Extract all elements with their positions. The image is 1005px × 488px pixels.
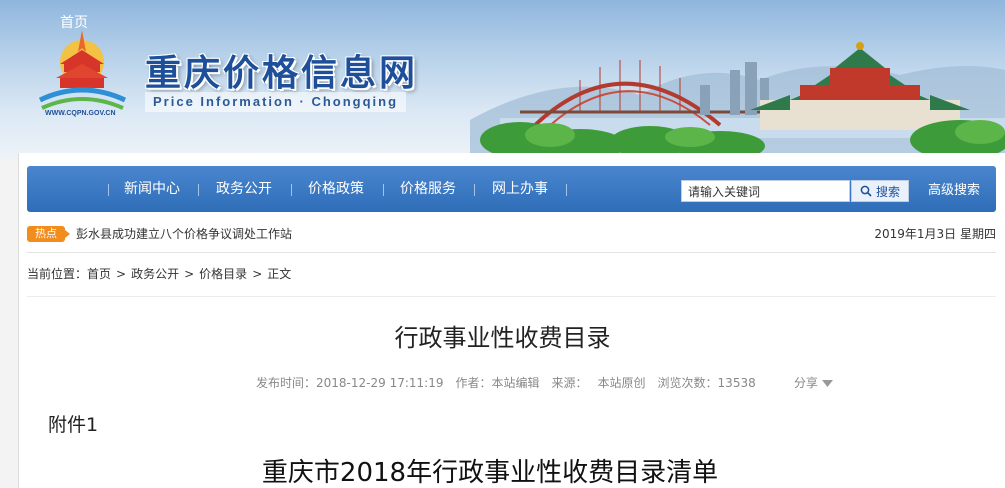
article-title: 行政事业性收费目录 — [394, 324, 611, 352]
author-label: 作者： — [455, 376, 492, 390]
breadcrumb-separator: > — [252, 267, 263, 281]
search-input[interactable] — [681, 180, 850, 202]
table-title: 重庆市2018年行政事业性收费目录清单 — [261, 458, 719, 488]
nav-item-price-service[interactable]: 价格服务 — [400, 166, 456, 212]
nav-item-online-service[interactable]: 网上办事 — [492, 166, 548, 212]
search-button-label: 搜索 — [875, 184, 900, 199]
breadcrumb-gov-affairs[interactable]: 政务公开 — [131, 266, 179, 282]
nav-separator — [108, 184, 109, 196]
share-label: 分享 — [794, 376, 819, 390]
share-button[interactable]: 分享 — [794, 375, 834, 391]
breadcrumb-current: 正文 — [267, 267, 292, 281]
breadcrumb-label: 当前位置： — [27, 267, 88, 281]
advanced-search-link[interactable]: 高级搜索 — [928, 180, 980, 202]
nav-item-home[interactable]: 首页 — [60, 0, 88, 46]
search-icon — [860, 185, 872, 197]
nav-item-price-policy[interactable]: 价格政策 — [308, 166, 364, 212]
divider — [27, 252, 996, 253]
nav-item-gov-affairs[interactable]: 政务公开 — [216, 166, 272, 212]
published-value: 2018-12-29 17:11:19 — [316, 376, 444, 390]
nav-separator — [566, 184, 567, 196]
nav-separator — [383, 184, 384, 196]
logo-url-text: WWW.CQPN.GOV.CN — [45, 110, 116, 117]
breadcrumb-home[interactable]: 首页 — [87, 266, 111, 282]
published-label: 发布时间： — [256, 376, 317, 390]
search-button[interactable]: 搜索 — [851, 180, 909, 202]
hot-headline-link[interactable]: 彭水县成功建立八个价格争议调处工作站 — [76, 226, 292, 242]
hot-badge: 热点 — [27, 226, 70, 242]
breadcrumb-separator: > — [184, 267, 195, 281]
attachment-label: 附件1 — [48, 414, 99, 436]
author-value: 本站编辑 — [491, 376, 540, 390]
nav-separator — [198, 184, 199, 196]
chevron-down-icon — [822, 379, 834, 387]
site-banner: WWW.CQPN.GOV.CN 重庆价格信息网 Price Informatio… — [0, 0, 1005, 160]
views-label: 浏览次数： — [657, 376, 718, 390]
source-label: 来源： — [551, 376, 588, 390]
nav-separator — [474, 184, 475, 196]
source-value: 本站原创 — [597, 376, 646, 390]
current-date: 2019年1月3日 星期四 — [874, 227, 996, 241]
views-value: 13538 — [717, 376, 756, 390]
site-title: 重庆价格信息网 — [145, 53, 419, 94]
breadcrumb-price-catalog[interactable]: 价格目录 — [199, 266, 247, 282]
breadcrumb: 当前位置： 首页 > 政务公开 > 价格目录 > 正文 — [27, 266, 291, 282]
breadcrumb-separator: > — [116, 267, 127, 281]
site-subtitle: Price Information · Chongqing — [145, 92, 407, 112]
divider — [27, 296, 996, 297]
nav-item-news[interactable]: 新闻中心 — [124, 166, 180, 212]
article-meta: 发布时间： 2018-12-29 17:11:19 作者： 本站编辑 来源： 本… — [256, 375, 756, 391]
nav-separator — [291, 184, 292, 196]
